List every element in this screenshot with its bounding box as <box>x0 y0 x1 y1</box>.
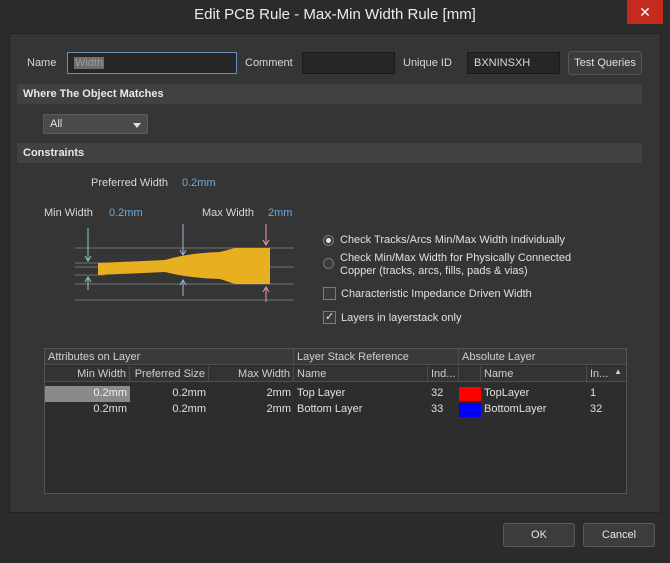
cell-max-width[interactable]: 2mm <box>209 402 294 418</box>
max-width-value[interactable]: 2mm <box>268 207 292 219</box>
col-header-ref-name[interactable]: Name <box>294 366 428 382</box>
name-input[interactable]: Width <box>67 52 237 74</box>
where-dropdown[interactable]: All <box>43 114 148 134</box>
cell-abs-name: TopLayer <box>484 387 530 399</box>
layer-attributes-table[interactable]: Attributes on Layer Layer Stack Referenc… <box>44 348 627 494</box>
col-header-preferred-size[interactable]: Preferred Size <box>130 366 209 382</box>
cancel-button[interactable]: Cancel <box>583 523 655 547</box>
radio-check-connected-label-line2: Copper (tracks, arcs, fills, pads & vias… <box>340 265 528 277</box>
col-header-ref-index[interactable]: Ind... <box>428 366 459 382</box>
name-label: Name <box>27 57 57 69</box>
checkbox-impedance-driven-label: Characteristic Impedance Driven Width <box>341 288 532 300</box>
col-header-max-width[interactable]: Max Width <box>209 366 294 382</box>
cell-ref-name: Top Layer <box>297 387 346 399</box>
preferred-width-label: Preferred Width <box>91 177 169 189</box>
radio-check-connected[interactable] <box>323 258 334 269</box>
where-dropdown-value: All <box>50 118 63 130</box>
cell-ref-index: 32 <box>431 387 444 399</box>
cell-max-width[interactable]: 2mm <box>209 386 294 402</box>
layer-color-swatch <box>459 403 481 417</box>
checkbox-layerstack-only[interactable]: ✓ <box>323 311 336 324</box>
ok-button[interactable]: OK <box>503 523 575 547</box>
group-header-layer-stack: Layer Stack Reference <box>294 349 459 365</box>
title-bar: Edit PCB Rule - Max-Min Width Rule [mm] … <box>0 0 670 30</box>
cell-abs-index: 1 <box>590 387 597 399</box>
close-button[interactable]: ✕ <box>627 0 663 24</box>
sort-ascending-icon: ▲ <box>614 367 622 376</box>
cell-min-width[interactable]: 0.2mm <box>45 386 130 402</box>
min-width-value[interactable]: 0.2mm <box>109 207 143 219</box>
col-header-min-width[interactable]: Min Width <box>45 366 130 382</box>
cell-ref-index: 33 <box>431 403 444 415</box>
close-icon: ✕ <box>639 4 651 20</box>
radio-check-connected-label-line1: Check Min/Max Width for Physically Conne… <box>340 252 572 264</box>
checkmark-icon: ✓ <box>325 311 335 323</box>
cell-min-width[interactable]: 0.2mm <box>45 402 130 418</box>
constraints-section-header: Constraints <box>17 143 642 163</box>
cell-preferred-size[interactable]: 0.2mm <box>130 402 209 418</box>
comment-input[interactable] <box>302 52 395 74</box>
preferred-width-value[interactable]: 0.2mm <box>182 177 216 189</box>
chevron-down-icon <box>133 123 141 128</box>
min-width-label: Min Width <box>44 207 93 219</box>
radio-check-connected-label: Check Min/Max Width for Physically Conne… <box>340 252 571 278</box>
col-header-abs-index[interactable]: In... ▲ <box>587 366 626 382</box>
cell-ref-name: Bottom Layer <box>297 403 363 415</box>
cell-preferred-size[interactable]: 0.2mm <box>130 386 209 402</box>
col-header-abs-name[interactable]: Name <box>481 366 587 382</box>
cell-abs-index: 32 <box>590 403 603 415</box>
comment-label: Comment <box>245 57 293 69</box>
layer-color-swatch <box>459 387 481 401</box>
checkbox-layerstack-only-label: Layers in layerstack only <box>341 312 462 324</box>
name-input-value: Width <box>74 57 105 69</box>
test-queries-button[interactable]: Test Queries <box>568 51 642 75</box>
where-section-header: Where The Object Matches <box>17 84 642 104</box>
window-title: Edit PCB Rule - Max-Min Width Rule [mm] <box>194 6 476 23</box>
radio-check-individually[interactable] <box>323 235 334 246</box>
radio-check-individually-label: Check Tracks/Arcs Min/Max Width Individu… <box>340 234 565 246</box>
col-header-color[interactable] <box>459 366 481 382</box>
col-header-abs-index-label: In... <box>590 368 609 380</box>
unique-id-input[interactable]: BXNINSXH <box>467 52 560 74</box>
cell-abs-name: BottomLayer <box>484 403 547 415</box>
max-width-label: Max Width <box>202 207 254 219</box>
group-header-attributes: Attributes on Layer <box>45 349 294 365</box>
track-width-diagram <box>75 224 294 302</box>
checkbox-impedance-driven[interactable] <box>323 287 336 300</box>
unique-id-label: Unique ID <box>403 57 452 69</box>
group-header-absolute-layer: Absolute Layer <box>459 349 626 365</box>
